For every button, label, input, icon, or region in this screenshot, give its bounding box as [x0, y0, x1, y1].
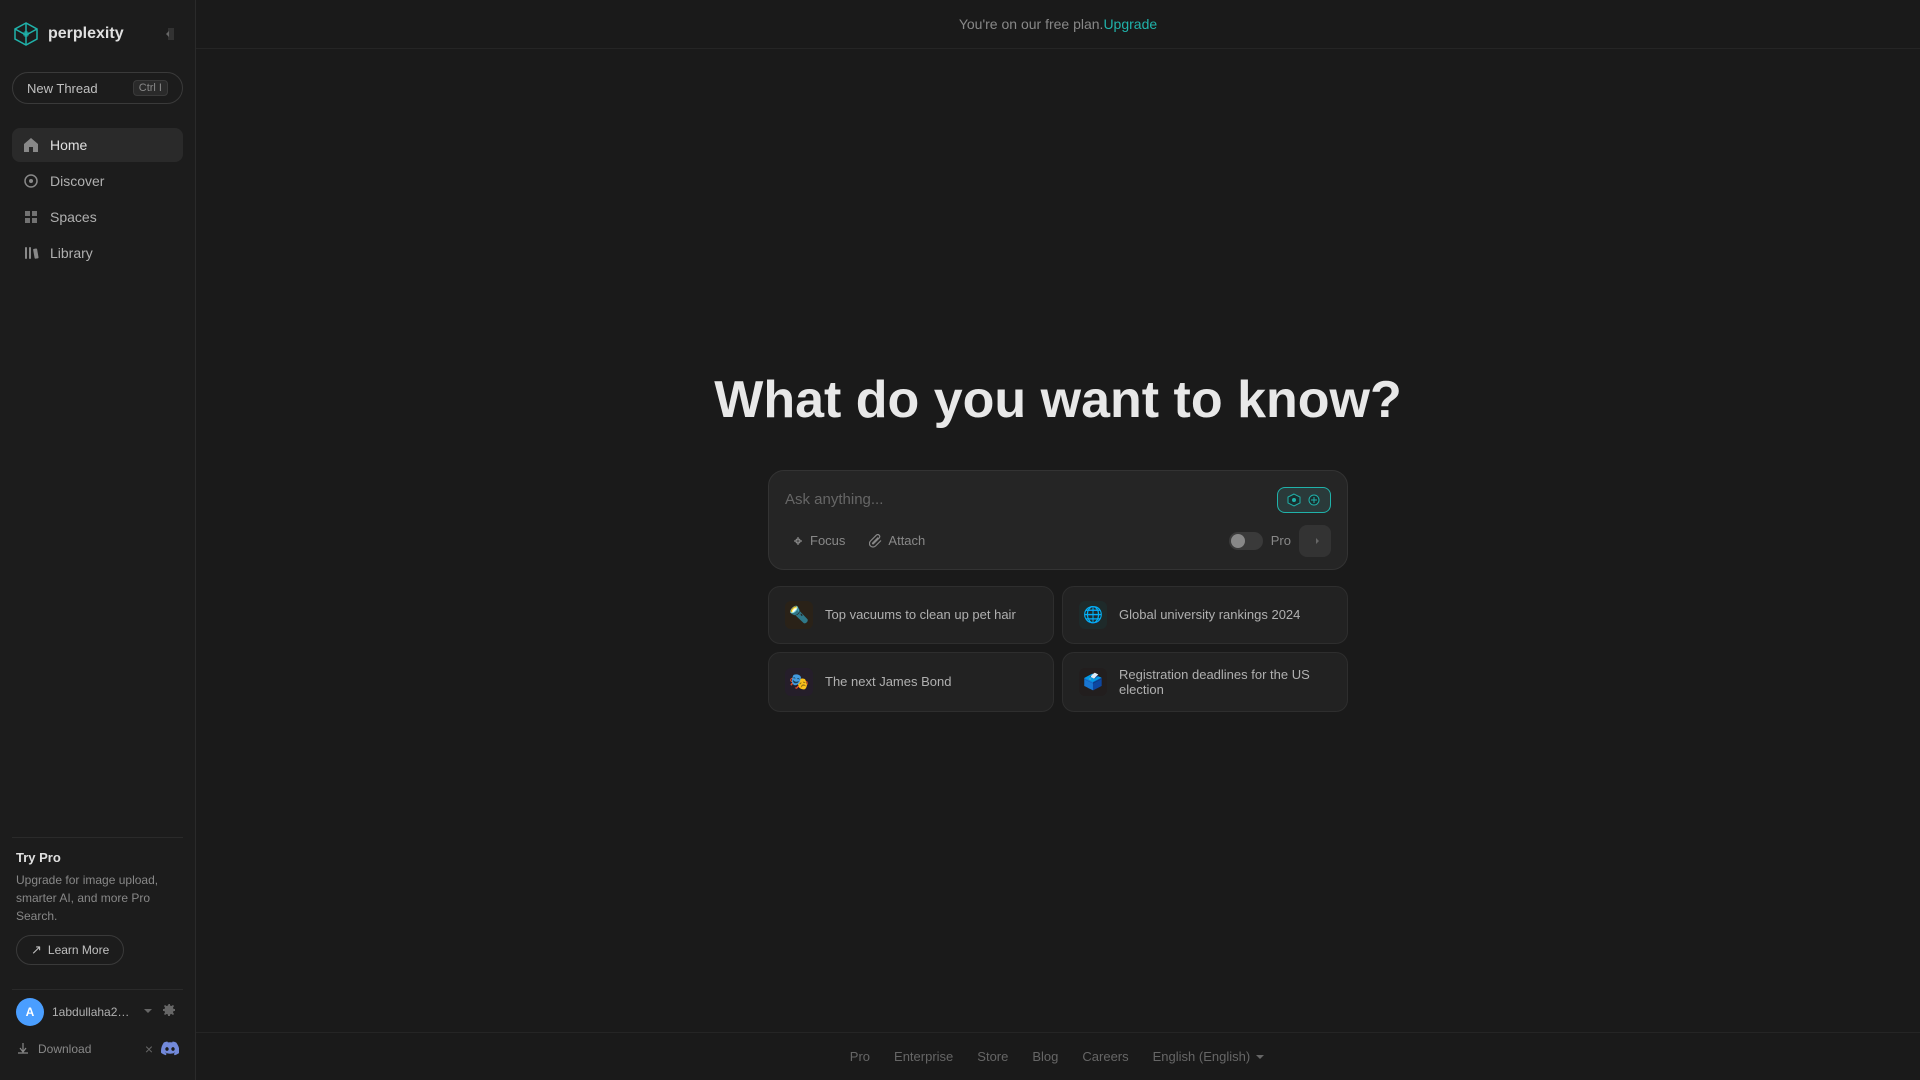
search-input-row — [785, 487, 1331, 513]
search-input[interactable] — [785, 491, 1277, 508]
perplexity-badge-icon — [1286, 492, 1302, 508]
collapse-icon — [163, 26, 179, 42]
free-plan-text: You're on our free plan. — [959, 16, 1104, 32]
home-icon — [22, 136, 40, 154]
perplexity-badge-icon2 — [1306, 492, 1322, 508]
submit-arrow-icon — [1308, 534, 1322, 548]
sidebar-item-discover-label: Discover — [50, 173, 104, 189]
pro-toggle-row: Pro — [1229, 525, 1331, 557]
download-bar: Download × — [12, 1034, 183, 1064]
logo-icon — [12, 20, 40, 48]
search-toolbar: Focus Attach Pro — [785, 525, 1331, 557]
username-label: 1abdullaha20... — [52, 1005, 131, 1019]
sidebar-item-library-label: Library — [50, 245, 93, 261]
suggestions-grid: 🔦 Top vacuums to clean up pet hair 🌐 Glo… — [768, 586, 1348, 712]
try-pro-description: Upgrade for image upload, smarter AI, an… — [16, 871, 179, 925]
sidebar-item-library[interactable]: Library — [12, 236, 183, 270]
logo-text: perplexity — [48, 25, 124, 43]
try-pro-card: Try Pro Upgrade for image upload, smarte… — [12, 837, 183, 977]
new-thread-label: New Thread — [27, 81, 98, 96]
upgrade-link[interactable]: Upgrade — [1103, 16, 1157, 32]
user-chevron-button[interactable] — [139, 1002, 157, 1023]
user-actions — [139, 1002, 179, 1023]
gear-icon — [163, 1004, 177, 1018]
language-chevron-icon — [1254, 1051, 1266, 1063]
suggestion-vacuums[interactable]: 🔦 Top vacuums to clean up pet hair — [768, 586, 1054, 644]
toggle-knob — [1231, 534, 1245, 548]
attach-icon — [869, 534, 883, 548]
sidebar-item-spaces-label: Spaces — [50, 209, 97, 225]
center-section: What do you want to know? — [196, 49, 1920, 1032]
suggestion-bond-icon: 🎭 — [785, 668, 813, 696]
footer-careers-link[interactable]: Careers — [1082, 1049, 1128, 1064]
learn-more-button[interactable]: ↗ Learn More — [16, 935, 124, 965]
main-content: You're on our free plan. Upgrade What do… — [196, 0, 1920, 1080]
focus-button[interactable]: Focus — [785, 529, 851, 552]
download-label: Download — [38, 1042, 91, 1056]
footer-blog-link[interactable]: Blog — [1032, 1049, 1058, 1064]
library-icon — [22, 244, 40, 262]
download-actions: × — [145, 1040, 179, 1058]
sidebar-header: perplexity — [12, 16, 183, 52]
sidebar-item-spaces[interactable]: Spaces — [12, 200, 183, 234]
suggestion-bond[interactable]: 🎭 The next James Bond — [768, 652, 1054, 712]
language-label: English (English) — [1153, 1049, 1251, 1064]
shortcut-badge: Ctrl I — [133, 80, 168, 96]
sidebar-item-home-label: Home — [50, 137, 87, 153]
discover-icon — [22, 172, 40, 190]
suggestion-vacuums-label: Top vacuums to clean up pet hair — [825, 607, 1016, 622]
suggestion-election-label: Registration deadlines for the US electi… — [1119, 667, 1331, 697]
spaces-icon — [22, 208, 40, 226]
footer: Pro Enterprise Store Blog Careers Englis… — [196, 1032, 1920, 1080]
download-icon — [16, 1042, 30, 1056]
suggestion-university-label: Global university rankings 2024 — [1119, 607, 1300, 622]
download-close-button[interactable]: × — [145, 1040, 153, 1058]
footer-pro-link[interactable]: Pro — [850, 1049, 870, 1064]
user-settings-button[interactable] — [161, 1002, 179, 1023]
collapse-sidebar-button[interactable] — [159, 22, 183, 46]
focus-label: Focus — [810, 533, 845, 548]
avatar: A — [16, 998, 44, 1026]
sidebar-item-home[interactable]: Home — [12, 128, 183, 162]
suggestion-election-icon: 🗳️ — [1079, 668, 1107, 696]
nav-menu: Home Discover Spaces Library — [12, 128, 183, 837]
search-icons — [1277, 487, 1331, 513]
perplexity-ai-badge — [1277, 487, 1331, 513]
suggestion-university-icon: 🌐 — [1079, 601, 1107, 629]
page-title: What do you want to know? — [714, 370, 1401, 430]
suggestion-vacuums-icon: 🔦 — [785, 601, 813, 629]
pro-label: Pro — [1271, 533, 1291, 548]
footer-store-link[interactable]: Store — [977, 1049, 1008, 1064]
language-selector[interactable]: English (English) — [1153, 1049, 1267, 1064]
search-box: Focus Attach Pro — [768, 470, 1348, 570]
focus-icon — [791, 534, 805, 548]
topbar: You're on our free plan. Upgrade — [196, 0, 1920, 49]
suggestion-bond-label: The next James Bond — [825, 674, 951, 689]
user-section: A 1abdullaha20... — [12, 989, 183, 1034]
sidebar: perplexity New Thread Ctrl I Home Discov… — [0, 0, 196, 1080]
footer-enterprise-link[interactable]: Enterprise — [894, 1049, 953, 1064]
pro-toggle[interactable] — [1229, 532, 1263, 550]
suggestion-election[interactable]: 🗳️ Registration deadlines for the US ele… — [1062, 652, 1348, 712]
submit-button[interactable] — [1299, 525, 1331, 557]
new-thread-button[interactable]: New Thread Ctrl I — [12, 72, 183, 104]
suggestion-university[interactable]: 🌐 Global university rankings 2024 — [1062, 586, 1348, 644]
attach-label: Attach — [888, 533, 925, 548]
discord-icon — [161, 1040, 179, 1058]
attach-button[interactable]: Attach — [863, 529, 931, 552]
learn-more-arrow-icon: ↗ — [31, 942, 42, 958]
logo: perplexity — [12, 20, 124, 48]
sidebar-item-discover[interactable]: Discover — [12, 164, 183, 198]
chevron-down-icon — [141, 1004, 155, 1018]
try-pro-title: Try Pro — [16, 850, 179, 865]
learn-more-label: Learn More — [48, 943, 109, 957]
